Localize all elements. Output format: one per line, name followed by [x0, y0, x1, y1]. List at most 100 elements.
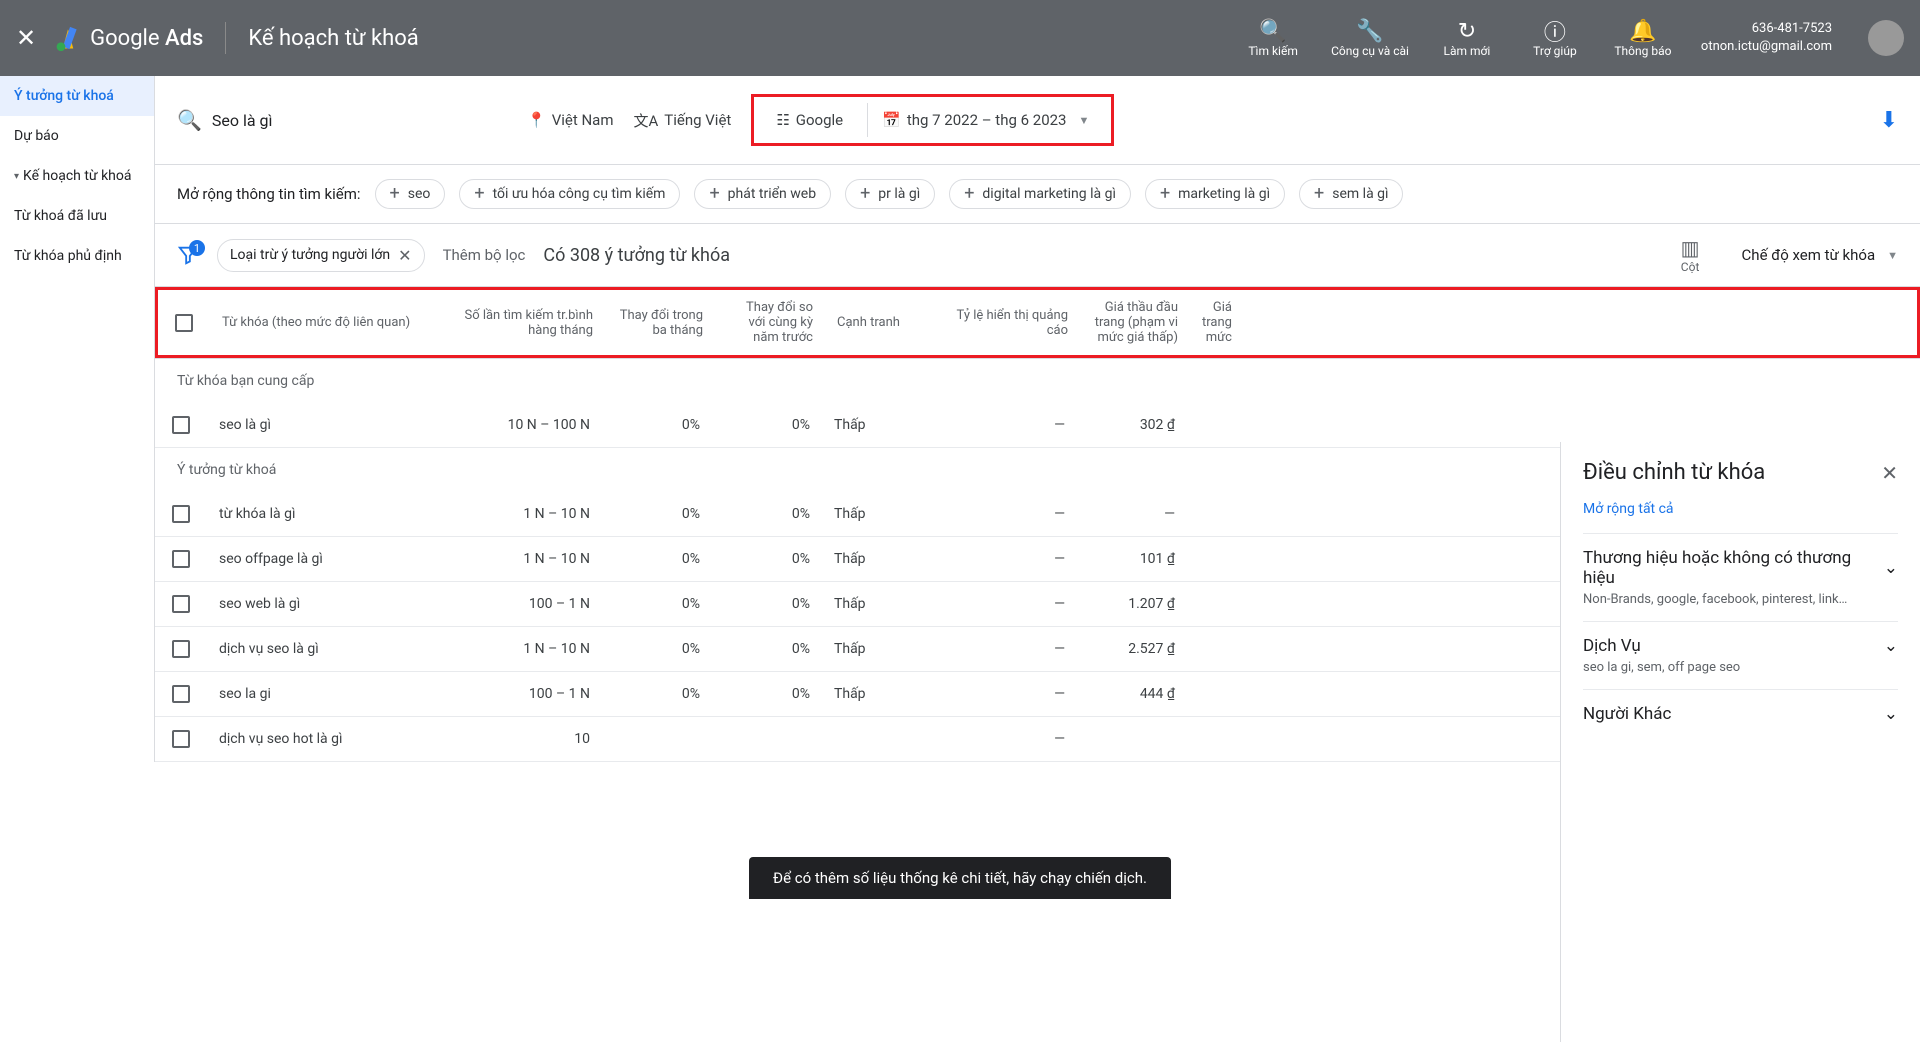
plus-icon: +: [709, 187, 719, 201]
cell-comp: Thấp: [822, 493, 922, 535]
cell-keyword: seo offpage là gì: [207, 538, 447, 580]
columns-icon: ▥: [1681, 236, 1700, 260]
broaden-chip[interactable]: +phát triển web: [694, 179, 831, 209]
row-checkbox[interactable]: [172, 505, 190, 523]
row-checkbox[interactable]: [172, 416, 190, 434]
col-impr-share[interactable]: Tỷ lệ hiển thị quảng cáo: [925, 290, 1080, 355]
cell-yoy: [712, 726, 822, 752]
divider: [225, 22, 226, 54]
cell-keyword: dịch vụ seo hot là gì: [207, 718, 447, 760]
refresh-tool[interactable]: ↻Làm mới: [1437, 18, 1497, 58]
cell-yoy: 0%: [712, 673, 822, 715]
filter-chip-exclude-adult[interactable]: Loại trừ ý tưởng người lớn ✕: [217, 239, 425, 272]
cell-comp: Thấp: [822, 583, 922, 625]
ads-logo-icon: [54, 24, 82, 52]
broaden-chip[interactable]: +digital marketing là gì: [949, 179, 1131, 209]
sidebar-item-plan[interactable]: Kế hoạch từ khoá: [0, 156, 154, 196]
remove-filter-icon[interactable]: ✕: [398, 246, 411, 265]
close-panel-icon[interactable]: ✕: [1881, 461, 1898, 485]
chevron-down-icon: ⌄: [1884, 558, 1898, 578]
col-bid-high[interactable]: Giá trang mức: [1190, 290, 1244, 355]
chevron-down-icon: ▼: [1078, 114, 1089, 127]
broaden-chip[interactable]: +sem là gì: [1299, 179, 1403, 209]
col-yoy-change[interactable]: Thay đổi so với cùng kỳ năm trước: [715, 290, 825, 355]
date-range-selector[interactable]: 📅 thg 7 2022 – thg 6 2023 ▼: [867, 103, 1103, 137]
plus-icon: +: [1160, 187, 1170, 201]
refine-panel: Điều chỉnh từ khóa ✕ Mở rộng tất cả Thươ…: [1560, 442, 1920, 1042]
sidebar-item-keyword-ideas[interactable]: Ý tưởng từ khoá: [0, 76, 154, 116]
close-icon[interactable]: ✕: [16, 24, 36, 52]
cell-bid: 101 ₫: [1077, 538, 1187, 580]
calendar-icon: 📅: [882, 111, 901, 129]
broaden-chip[interactable]: +tối ưu hóa công cụ tìm kiếm: [459, 179, 680, 209]
page-title: Kế hoạch từ khoá: [248, 26, 418, 51]
col-bid-low[interactable]: Giá thầu đầu trang (phạm vi mức giá thấp…: [1080, 290, 1190, 355]
notifications-tool[interactable]: 🔔Thông báo: [1613, 18, 1673, 58]
plus-icon: +: [860, 187, 870, 201]
google-ads-logo[interactable]: Google Ads: [54, 24, 203, 52]
cell-keyword: dịch vụ seo là gì: [207, 628, 447, 670]
plus-icon: +: [1314, 187, 1324, 201]
row-checkbox[interactable]: [172, 730, 190, 748]
search-query: Seo là gì: [212, 111, 273, 130]
avatar[interactable]: [1868, 20, 1904, 56]
view-mode-selector[interactable]: Chế độ xem từ khóa ▼: [1742, 246, 1898, 264]
bell-icon: 🔔: [1629, 18, 1656, 44]
location-selector[interactable]: 📍 Việt Nam: [527, 111, 613, 129]
language-icon: 文A: [633, 110, 658, 131]
cell-comp: Thấp: [822, 538, 922, 580]
col-keyword[interactable]: Từ khóa (theo mức độ liên quan): [210, 290, 450, 355]
cell-bid: 302 ₫: [1077, 404, 1187, 446]
cell-impr: —: [922, 493, 1077, 535]
broaden-label: Mở rộng thông tin tìm kiếm:: [177, 185, 361, 203]
broaden-chip[interactable]: +seo: [375, 179, 446, 209]
cell-avg: 10: [447, 718, 602, 760]
col-3mo-change[interactable]: Thay đổi trong ba tháng: [605, 290, 715, 355]
search-tool[interactable]: 🔍Tìm kiếm: [1243, 18, 1303, 58]
select-all-checkbox[interactable]: [175, 314, 193, 332]
highlighted-filters: ☷ Google 📅 thg 7 2022 – thg 6 2023 ▼: [751, 94, 1114, 146]
cell-3mo: 0%: [602, 493, 712, 535]
refine-section-other[interactable]: Người Khác⌄: [1583, 689, 1898, 738]
row-checkbox[interactable]: [172, 550, 190, 568]
sidebar-item-negative[interactable]: Từ khóa phủ định: [0, 236, 154, 276]
cell-impr: —: [922, 718, 1077, 760]
account-email: otnon.ictu@gmail.com: [1701, 38, 1832, 56]
cell-comp: Thấp: [822, 628, 922, 670]
language-selector[interactable]: 文A Tiếng Việt: [633, 110, 731, 131]
refine-section-brand[interactable]: Thương hiệu hoặc không có thương hiệu⌄ N…: [1583, 533, 1898, 621]
cell-yoy: 0%: [712, 404, 822, 446]
row-checkbox[interactable]: [172, 640, 190, 658]
broaden-chip[interactable]: +pr là gì: [845, 179, 935, 209]
filter-icon[interactable]: 1: [177, 244, 199, 266]
download-icon[interactable]: ⬇: [1880, 108, 1898, 133]
row-checkbox[interactable]: [172, 595, 190, 613]
help-icon: ⓘ: [1544, 18, 1566, 44]
col-competition[interactable]: Cạnh tranh: [825, 290, 925, 355]
cell-3mo: [602, 726, 712, 752]
broaden-chip[interactable]: +marketing là gì: [1145, 179, 1285, 209]
tools-settings[interactable]: 🔧Công cụ và cài: [1331, 18, 1409, 58]
keyword-search[interactable]: 🔍 Seo là gì: [177, 108, 507, 132]
brand-ads: Ads: [165, 26, 203, 51]
cell-impr: —: [922, 673, 1077, 715]
search-icon: 🔍: [1259, 18, 1286, 44]
help-tool[interactable]: ⓘTrợ giúp: [1525, 18, 1585, 58]
cell-avg: 1 N – 10 N: [447, 493, 602, 535]
cell-comp: [822, 726, 922, 752]
refine-section-service[interactable]: Dịch Vụ⌄ seo la gi, sem, off page seo: [1583, 621, 1898, 689]
sidebar-item-saved[interactable]: Từ khoá đã lưu: [0, 196, 154, 236]
sidebar-item-forecast[interactable]: Dự báo: [0, 116, 154, 156]
add-filter-button[interactable]: Thêm bộ lọc: [443, 246, 526, 264]
columns-button[interactable]: ▥ Cột: [1681, 236, 1700, 274]
toast-message: Để có thêm số liệu thống kê chi tiết, hã…: [749, 857, 1171, 899]
search-icon: 🔍: [177, 108, 202, 132]
network-selector[interactable]: ☷ Google: [762, 103, 857, 137]
cell-3mo: 0%: [602, 538, 712, 580]
col-avg-searches[interactable]: Số lần tìm kiếm tr.bình hàng tháng: [450, 290, 605, 355]
expand-all-link[interactable]: Mở rộng tất cả: [1583, 501, 1898, 517]
account-id: 636-481-7523: [1701, 20, 1832, 38]
row-checkbox[interactable]: [172, 685, 190, 703]
account-info[interactable]: 636-481-7523 otnon.ictu@gmail.com: [1701, 20, 1832, 56]
chevron-down-icon: ▼: [1887, 249, 1898, 262]
